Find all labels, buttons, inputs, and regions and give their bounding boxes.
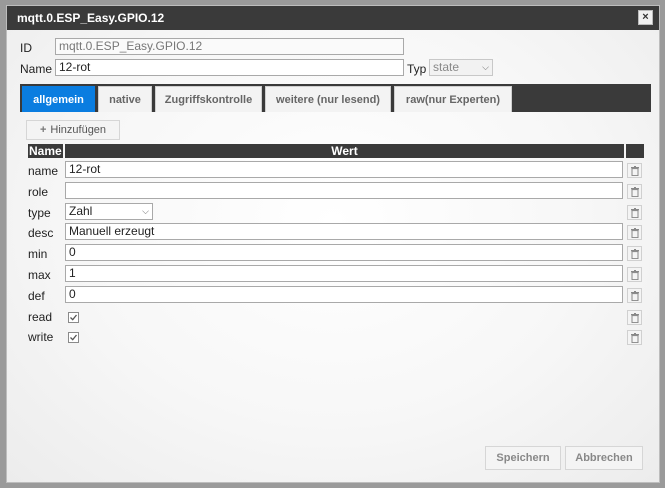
object-edit-dialog: mqtt.0.ESP_Easy.GPIO.12 × ID mqtt.0.ESP_… <box>6 5 660 483</box>
close-button[interactable]: × <box>638 10 653 25</box>
id-label: ID <box>20 41 32 55</box>
add-button[interactable]: + Hinzufügen <box>26 120 120 140</box>
trash-icon[interactable] <box>627 225 642 240</box>
value-select-type[interactable]: Zahl ⌵ <box>65 203 153 220</box>
trash-icon[interactable] <box>627 184 642 199</box>
value-input-name[interactable]: 12-rot <box>65 161 623 178</box>
trash-icon[interactable] <box>627 288 642 303</box>
dialog-titlebar: mqtt.0.ESP_Easy.GPIO.12 × <box>7 6 659 30</box>
value-input-role[interactable] <box>65 182 623 199</box>
tab-weitere[interactable]: weitere (nur lesend) <box>265 86 391 112</box>
trash-icon[interactable] <box>627 310 642 325</box>
row-label-role: role <box>28 185 49 199</box>
typ-label: Typ <box>407 62 427 76</box>
value-input-min[interactable]: 0 <box>65 244 623 261</box>
tab-zugriffskontrolle[interactable]: Zugriffskontrolle <box>155 86 262 112</box>
row-label-max: max <box>28 268 51 282</box>
column-header-name: Name <box>28 144 63 158</box>
value-input-desc[interactable]: Manuell erzeugt <box>65 223 623 240</box>
dialog-title: mqtt.0.ESP_Easy.GPIO.12 <box>17 11 165 25</box>
tab-bar: allgemein native Zugriffskontrolle weite… <box>20 84 651 112</box>
trash-icon[interactable] <box>627 163 642 178</box>
write-checkbox[interactable] <box>68 332 79 343</box>
trash-icon[interactable] <box>627 267 642 282</box>
add-button-label: Hinzufügen <box>50 124 107 136</box>
cancel-button[interactable]: Abbrechen <box>565 446 643 470</box>
row-label-min: min <box>28 247 48 261</box>
row-label-name: name <box>28 164 59 178</box>
row-label-write: write <box>28 330 54 344</box>
trash-icon[interactable] <box>627 205 642 220</box>
chevron-down-icon: ⌵ <box>482 62 489 72</box>
chevron-down-icon: ⌵ <box>142 206 149 216</box>
id-field[interactable]: mqtt.0.ESP_Easy.GPIO.12 <box>55 38 404 55</box>
save-button[interactable]: Speichern <box>485 446 561 470</box>
typ-select[interactable]: state ⌵ <box>429 59 493 76</box>
trash-icon[interactable] <box>627 246 642 261</box>
value-input-max[interactable]: 1 <box>65 265 623 282</box>
row-label-type: type <box>28 206 51 220</box>
value-input-def[interactable]: 0 <box>65 286 623 303</box>
close-icon: × <box>642 11 649 23</box>
name-field[interactable]: 12-rot <box>55 59 404 76</box>
read-checkbox[interactable] <box>68 312 79 323</box>
row-label-desc: desc <box>28 226 54 240</box>
plus-icon: + <box>39 124 47 136</box>
value-select-type-text: Zahl <box>69 204 93 218</box>
tab-raw[interactable]: raw(nur Experten) <box>394 86 512 112</box>
column-header-value: Wert <box>65 144 624 158</box>
tab-allgemein[interactable]: allgemein <box>22 86 95 112</box>
column-header-actions <box>626 144 644 158</box>
tab-native[interactable]: native <box>98 86 152 112</box>
row-label-read: read <box>28 310 53 324</box>
typ-select-value: state <box>433 60 460 74</box>
name-label: Name <box>20 62 53 76</box>
row-label-def: def <box>28 289 45 303</box>
trash-icon[interactable] <box>627 330 642 345</box>
